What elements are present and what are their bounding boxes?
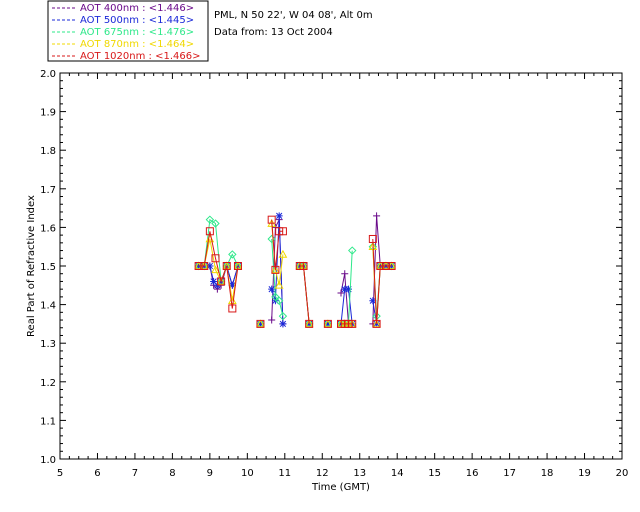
y-tick-label: 1.3 (40, 339, 56, 350)
y-tick-label: 1.7 (40, 185, 56, 196)
legend-label: AOT 400nm : <1.446> (80, 3, 194, 14)
date-info: Data from: 13 Oct 2004 (214, 27, 333, 38)
x-tick-label: 5 (57, 468, 63, 479)
x-tick-label: 12 (316, 468, 329, 479)
data-point-star (344, 285, 352, 293)
x-tick-label: 9 (207, 468, 213, 479)
plot-area (194, 212, 396, 329)
site-info: PML, N 50 22', W 04 08', Alt 0m (214, 10, 373, 21)
x-tick-label: 17 (503, 468, 516, 479)
x-tick-label: 16 (466, 468, 479, 479)
data-point-plus (341, 270, 349, 278)
legend-label: AOT 1020nm : <1.466> (80, 51, 200, 62)
data-point-star (268, 285, 276, 293)
axes: 5 6 7 8 9 10 11 12 13 14 15 16 17 18 19 20 1.0 1.1 1.2 1.3 1… (40, 69, 628, 479)
data-point-star (275, 212, 283, 220)
x-tick-label: 14 (391, 468, 404, 479)
data-point-plus (373, 212, 381, 220)
series-5 (194, 215, 396, 328)
series-4 (194, 219, 396, 328)
series-line (299, 265, 310, 324)
x-tick-label: 13 (353, 468, 366, 479)
legend-label: AOT 675nm : <1.476> (80, 27, 194, 38)
y-tick-label: 1.0 (40, 455, 56, 466)
y-tick-label: 1.8 (40, 146, 56, 157)
x-tick-label: 19 (578, 468, 591, 479)
x-tick-label: 20 (616, 468, 629, 479)
y-tick-label: 1.2 (40, 378, 56, 389)
x-tick-label: 11 (278, 468, 291, 479)
y-tick-label: 1.9 (40, 108, 56, 119)
y-tick-label: 1.4 (40, 301, 56, 312)
legend: AOT 400nm : <1.446>AOT 500nm : <1.445>AO… (47, 0, 209, 62)
legend-label: AOT 870nm : <1.464> (80, 39, 194, 50)
plot-frame (59, 72, 623, 460)
x-axis-label: Time (GMT) (311, 482, 370, 493)
y-axis-label: Real Part of Refractive Index (26, 195, 37, 337)
chart: AOT 400nm : <1.446>AOT 500nm : <1.445>AO… (26, 0, 628, 493)
legend-label: AOT 500nm : <1.445> (80, 15, 194, 26)
y-tick-label: 1.5 (40, 262, 56, 273)
x-tick-label: 7 (132, 468, 138, 479)
y-tick-label: 2.0 (40, 69, 56, 80)
x-tick-label: 18 (541, 468, 554, 479)
x-tick-label: 8 (169, 468, 175, 479)
y-tick-label: 1.6 (40, 223, 56, 234)
data-point-plus (268, 316, 276, 324)
data-point-star (279, 320, 287, 328)
x-tick-label: 6 (94, 468, 100, 479)
x-tick-label: 10 (241, 468, 254, 479)
y-tick-label: 1.1 (40, 416, 56, 427)
x-tick-label: 15 (428, 468, 441, 479)
